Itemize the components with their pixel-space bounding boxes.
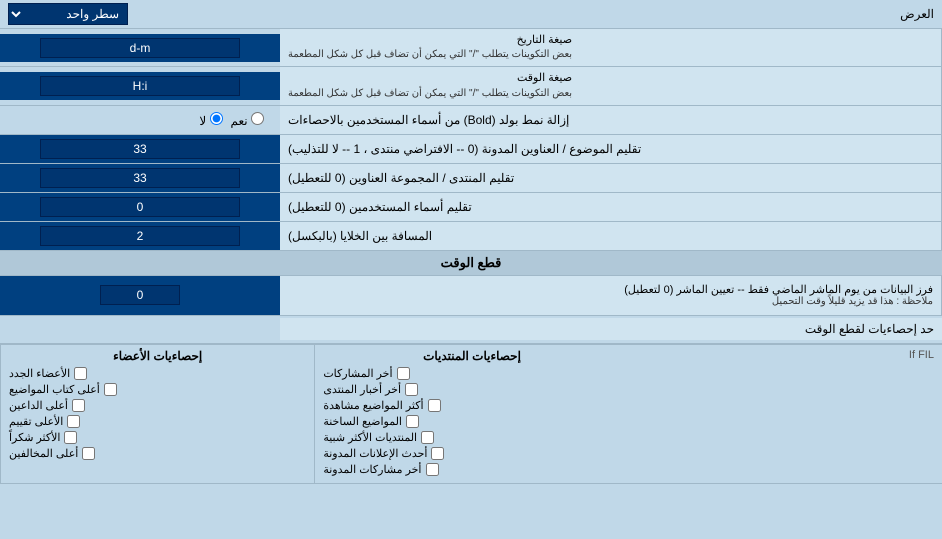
col1-item-6: أعلى المخالفين — [9, 447, 306, 460]
checkbox-col-forums: إحصاءيات المنتديات أخر المشاركات أخر أخب… — [314, 345, 628, 483]
col2-check-4[interactable] — [406, 415, 419, 428]
col1-item-3: أعلى الداعين — [9, 399, 306, 412]
col2-item-6: أحدث الإعلانات المدونة — [323, 447, 620, 460]
col1-header: إحصاءيات الأعضاء — [9, 349, 306, 363]
col2-check-6[interactable] — [431, 447, 444, 460]
time-format-input-cell — [0, 72, 280, 100]
limit-label: حد إحصاءيات لقطع الوقت — [280, 318, 942, 340]
checkbox-section: إحصاءيات الأعضاء الأعضاء الجدد أعلى كتاب… — [0, 344, 942, 483]
col1-check-1[interactable] — [74, 367, 87, 380]
time-format-label: صيغة الوقت بعض التكوينات يتطلب "/" التي … — [280, 67, 942, 104]
if-fil-text: If FIL — [637, 349, 934, 361]
display-mode-row: العرض سطر واحد متعدد الأسطر — [0, 0, 942, 29]
col2-check-3[interactable] — [428, 399, 441, 412]
time-format-label-note: بعض التكوينات يتطلب "/" التي يمكن أن تضا… — [288, 87, 572, 101]
col2-item-1: أخر المشاركات — [323, 367, 620, 380]
users-label: تقليم أسماء المستخدمين (0 للتعطيل) — [280, 193, 942, 221]
date-format-input-cell — [0, 34, 280, 62]
users-input[interactable] — [40, 197, 240, 217]
display-mode-label: العرض — [900, 7, 934, 21]
limit-input-area — [0, 325, 280, 333]
col2-check-1[interactable] — [397, 367, 410, 380]
users-input-cell — [0, 193, 280, 221]
cutoff-row: فرز البيانات من يوم الماشر الماضي فقط --… — [0, 276, 942, 316]
col1-check-4[interactable] — [67, 415, 80, 428]
date-format-label-main: صيغة التاريخ — [288, 33, 572, 48]
date-format-label: صيغة التاريخ بعض التكوينات يتطلب "/" الت… — [280, 29, 942, 66]
col1-check-5[interactable] — [64, 431, 77, 444]
col2-item-4: المواضيع الساخنة — [323, 415, 620, 428]
col1-item-4: الأعلى تقييم — [9, 415, 306, 428]
limit-row: حد إحصاءيات لقطع الوقت — [0, 316, 942, 344]
forum-trim-row: تقليم المنتدى / المجموعة العناوين (0 للت… — [0, 164, 942, 193]
main-container: العرض سطر واحد متعدد الأسطر صيغة التاريخ… — [0, 0, 942, 484]
limit-section: حد إحصاءيات لقطع الوقت إحصاءيات الأعضاء … — [0, 316, 942, 484]
gap-label: المسافة بين الخلايا (بالبكسل) — [280, 222, 942, 250]
gap-input[interactable] — [40, 226, 240, 246]
col1-check-2[interactable] — [104, 383, 117, 396]
cutoff-label-note: ملاحظة : هذا قد يزيد قليلاً وقت التحميل — [288, 296, 933, 307]
time-format-label-main: صيغة الوقت — [288, 71, 572, 86]
date-format-row: صيغة التاريخ بعض التكوينات يتطلب "/" الت… — [0, 29, 942, 67]
cutoff-input[interactable] — [100, 285, 180, 305]
bold-input-cell: نعم لا — [0, 106, 280, 134]
gap-input-cell — [0, 222, 280, 250]
bold-no-label: لا — [199, 112, 222, 128]
col2-check-5[interactable] — [421, 431, 434, 444]
col2-check-2[interactable] — [405, 383, 418, 396]
col2-header: إحصاءيات المنتديات — [323, 349, 620, 363]
cutoff-label-main: فرز البيانات من يوم الماشر الماضي فقط --… — [288, 283, 933, 296]
bold-row: نعم لا إزالة نمط بولد (Bold) من أسماء ال… — [0, 106, 942, 135]
time-format-input[interactable] — [40, 76, 240, 96]
col1-check-6[interactable] — [82, 447, 95, 460]
col1-item-1: الأعضاء الجدد — [9, 367, 306, 380]
cutoff-input-cell — [0, 276, 280, 315]
forum-label: تقليم المنتدى / المجموعة العناوين (0 للت… — [280, 164, 942, 192]
cutoff-label: فرز البيانات من يوم الماشر الماضي فقط --… — [280, 276, 942, 315]
col2-item-7: أخر مشاركات المدونة — [323, 463, 620, 476]
checkbox-col-right: If FIL — [629, 345, 942, 483]
col1-check-3[interactable] — [72, 399, 85, 412]
col2-item-5: المنتديات الأكثر شبية — [323, 431, 620, 444]
bold-yes-radio[interactable] — [251, 112, 264, 125]
col1-item-5: الأكثر شكراً — [9, 431, 306, 444]
display-mode-select[interactable]: سطر واحد متعدد الأسطر — [8, 3, 128, 25]
col1-item-2: أعلى كتاب المواضيع — [9, 383, 306, 396]
date-format-input[interactable] — [40, 38, 240, 58]
date-format-label-note: بعض التكوينات يتطلب "/" التي يمكن أن تضا… — [288, 48, 572, 62]
forum-input[interactable] — [40, 168, 240, 188]
topics-label: تقليم الموضوع / العناوين المدونة (0 -- ا… — [280, 135, 942, 163]
col2-check-7[interactable] — [426, 463, 439, 476]
cutoff-section-header: قطع الوقت — [0, 251, 942, 276]
bold-label: إزالة نمط بولد (Bold) من أسماء المستخدمي… — [280, 106, 942, 134]
checkbox-col-members: إحصاءيات الأعضاء الأعضاء الجدد أعلى كتاب… — [0, 345, 314, 483]
col2-item-3: أكثر المواضيع مشاهدة — [323, 399, 620, 412]
bold-yes-label: نعم — [231, 112, 264, 128]
time-format-row: صيغة الوقت بعض التكوينات يتطلب "/" التي … — [0, 67, 942, 105]
bold-no-radio[interactable] — [210, 112, 223, 125]
topics-input[interactable] — [40, 139, 240, 159]
users-trim-row: تقليم أسماء المستخدمين (0 للتعطيل) — [0, 193, 942, 222]
forum-input-cell — [0, 164, 280, 192]
topics-input-cell — [0, 135, 280, 163]
topics-trim-row: تقليم الموضوع / العناوين المدونة (0 -- ا… — [0, 135, 942, 164]
col2-item-2: أخر أخبار المنتدى — [323, 383, 620, 396]
gap-row: المسافة بين الخلايا (بالبكسل) — [0, 222, 942, 251]
